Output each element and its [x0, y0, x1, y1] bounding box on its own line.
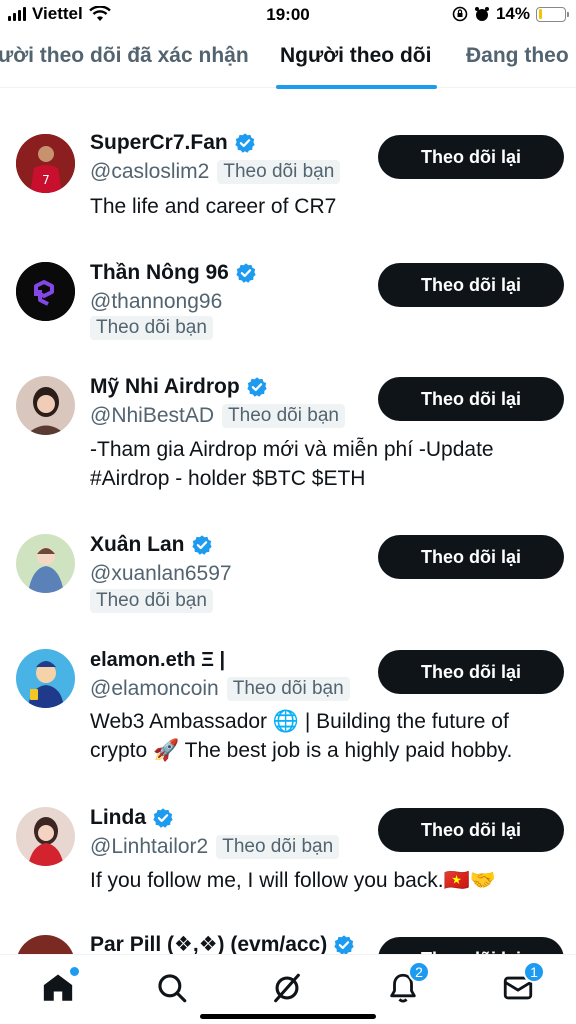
follows-you-badge: Theo dõi bạn	[216, 835, 340, 859]
follow-back-button[interactable]: Theo dõi lại	[378, 650, 564, 694]
user-handle: @Linhtailor2	[90, 835, 209, 858]
user-name[interactable]: elamon.eth Ξ |	[90, 649, 225, 672]
nav-home[interactable]	[41, 967, 79, 1005]
handle-line: @elamoncoin Theo dõi bạn	[90, 677, 350, 701]
follow-back-button[interactable]: Theo dõi lại	[378, 535, 564, 579]
avatar[interactable]: 7	[16, 134, 75, 193]
follow-back-button[interactable]: Theo dõi lại	[378, 808, 564, 852]
user-name[interactable]: SuperCr7.Fan	[90, 131, 228, 155]
user-name-line: Thần Nông 96	[90, 261, 257, 285]
handle-line: @xuanlan6597	[90, 562, 232, 586]
messages-count-badge: 1	[523, 961, 545, 983]
user-handle: @thannong96	[90, 290, 223, 313]
user-name[interactable]: Mỹ Nhi Airdrop	[90, 375, 240, 399]
user-handle: @xuanlan6597	[90, 562, 232, 585]
search-icon	[158, 974, 187, 1003]
tab-followers[interactable]: Người theo dõi	[280, 44, 431, 68]
notifications-count-badge: 2	[408, 961, 430, 983]
user-handle: @casloslim2	[90, 160, 210, 183]
follow-back-button[interactable]: Theo dõi lại	[378, 263, 564, 307]
handle-line: @casloslim2 Theo dõi bạn	[90, 160, 341, 184]
handle-line: @thannong96	[90, 290, 222, 314]
follows-you-badge: Theo dõi bạn	[222, 404, 345, 428]
user-bio: Web3 Ambassador 🌐 | Building the future …	[90, 710, 513, 762]
user-name-line: elamon.eth Ξ |	[90, 649, 225, 672]
nav-messages[interactable]: 1	[501, 961, 545, 1005]
svg-text:7: 7	[42, 173, 50, 187]
nav-notifications[interactable]: 2	[386, 961, 430, 1005]
user-bio: If you follow me, I will follow you back…	[90, 869, 496, 892]
user-name-line: Linda	[90, 806, 174, 830]
avatar[interactable]	[16, 649, 75, 708]
user-bio: -Tham gia Airdrop mới và miễn phí -Updat…	[90, 438, 494, 490]
follow-back-button[interactable]: Theo dõi lại	[378, 135, 564, 179]
follows-you-badge: Theo dõi bạn	[90, 589, 213, 613]
handle-line-2: Theo dõi bạn	[90, 316, 213, 340]
user-handle: @NhiBestAD	[90, 404, 215, 427]
active-tab-indicator	[276, 85, 437, 89]
user-name[interactable]: Linda	[90, 806, 146, 830]
alarm-icon	[474, 7, 489, 21]
verified-badge-icon	[247, 377, 267, 397]
user-handle: @elamoncoin	[90, 677, 219, 700]
avatar[interactable]	[16, 534, 75, 593]
follows-you-badge: Theo dõi bạn	[217, 160, 341, 184]
battery-percent: 14%	[495, 4, 530, 23]
avatar[interactable]	[16, 807, 75, 866]
home-new-dot	[70, 967, 79, 976]
user-bio: The life and career of CR7	[90, 195, 337, 218]
screen-lock-icon	[452, 6, 468, 22]
handle-line: @NhiBestAD Theo dõi bạn	[90, 404, 345, 428]
handle-line: @Linhtailor2 Theo dõi bạn	[90, 835, 340, 859]
follows-you-badge: Theo dõi bạn	[226, 677, 350, 701]
user-name[interactable]: Thần Nông 96	[90, 261, 229, 285]
verified-badge-icon	[153, 808, 173, 828]
avatar[interactable]	[16, 376, 75, 435]
nav-grok[interactable]	[270, 971, 304, 1005]
follows-you-badge: Theo dõi bạn	[90, 316, 213, 340]
verified-badge-icon	[334, 934, 354, 955]
home-indicator	[200, 1014, 376, 1019]
tab-following[interactable]: Đang theo	[466, 44, 569, 68]
verified-badge-icon	[236, 263, 256, 283]
user-name[interactable]: Xuân Lan	[90, 533, 185, 557]
grok-icon	[274, 973, 300, 1003]
status-right: 14%	[452, 4, 569, 24]
nav-search[interactable]	[155, 971, 189, 1005]
avatar[interactable]	[16, 262, 75, 321]
verified-badge-icon	[191, 535, 212, 555]
follower-tabs: ười theo dõi đã xác nhận Người theo dõi …	[0, 30, 576, 89]
home-icon	[43, 974, 73, 1001]
status-bar: Viettel 19:00 14%	[0, 0, 576, 30]
battery-icon	[536, 6, 569, 22]
handle-line-2: Theo dõi bạn	[90, 589, 213, 613]
user-name-line: SuperCr7.Fan	[90, 131, 256, 155]
follow-back-button[interactable]: Theo dõi lại	[378, 377, 564, 421]
user-name-line: Xuân Lan	[90, 533, 213, 557]
tab-verified-followers[interactable]: ười theo dõi đã xác nhận	[0, 44, 249, 68]
verified-badge-icon	[235, 133, 255, 153]
user-name-line: Mỹ Nhi Airdrop	[90, 375, 268, 399]
